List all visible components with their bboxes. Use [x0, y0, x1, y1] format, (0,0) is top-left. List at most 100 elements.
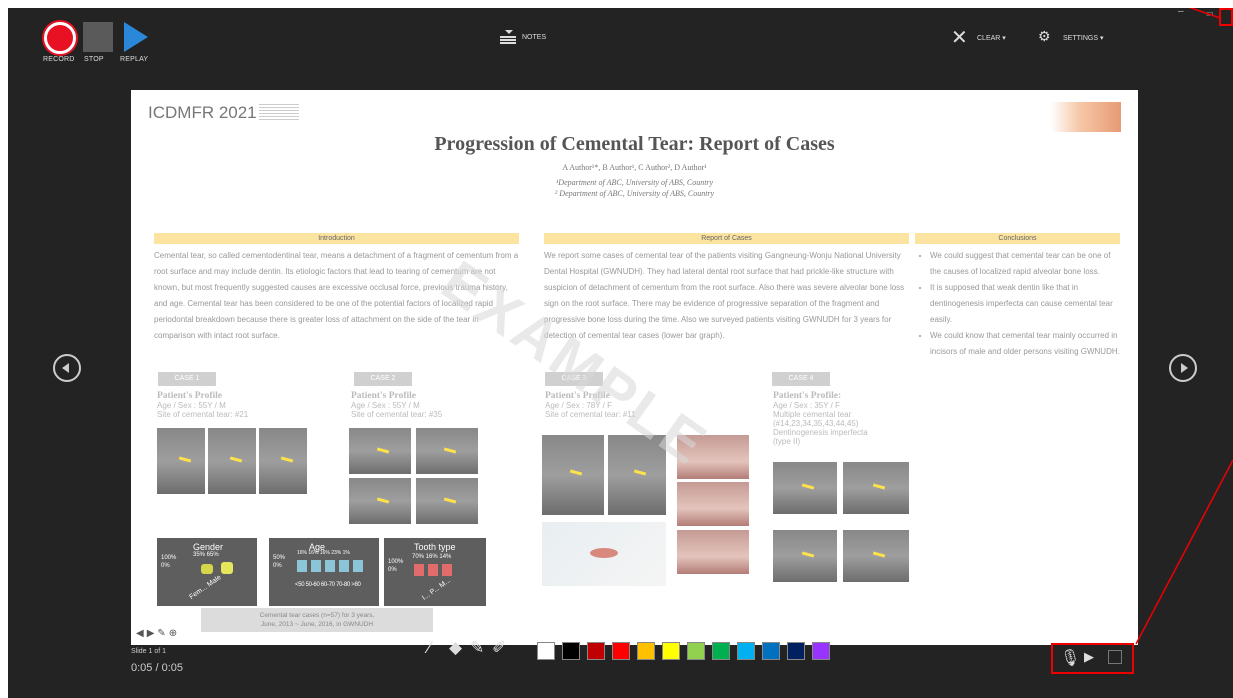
case-3-specimen-photo	[542, 522, 666, 586]
case-4-profile-heading: Patient's Profile:	[773, 391, 842, 401]
tooth-type-chart: Tooth type 100% 0% 70% 16% 14% I... P...…	[384, 538, 486, 606]
case-2-xray-4	[416, 478, 478, 524]
case-2-profile-heading: Patient's Profile	[351, 391, 416, 401]
case-4-xray-4	[843, 530, 909, 582]
case-2-label: CASE 2	[354, 372, 412, 386]
conclusions-heading: Conclusions	[915, 233, 1120, 244]
recording-window: RECORD STOP REPLAY NOTES ✕ CLEAR ▾ ⚙ SET…	[8, 8, 1233, 698]
minimize-icon[interactable]: –	[1178, 8, 1184, 17]
age-chart-axis: 50% 0%	[273, 555, 286, 569]
report-heading: Report of Cases	[544, 233, 909, 244]
color-swatch[interactable]	[662, 642, 680, 660]
color-swatch[interactable]	[687, 642, 705, 660]
color-swatch[interactable]	[712, 642, 730, 660]
case-2-xray-3	[349, 478, 411, 524]
camera-off-icon[interactable]: ▶	[1084, 649, 1094, 665]
clear-icon[interactable]: ✕	[951, 25, 968, 50]
restore-icon[interactable]: ▭	[1206, 9, 1214, 18]
eraser-icon[interactable]: ◆	[449, 638, 462, 658]
age-bars	[297, 560, 367, 572]
record-button[interactable]	[44, 22, 76, 54]
case-4-label: CASE 4	[772, 372, 830, 386]
tooth-type-chart-categories: I... P... M...	[420, 577, 452, 602]
case-1-label: CASE 1	[158, 372, 216, 386]
affiliation-2: ² Department of ABC, University of ABS, …	[554, 189, 715, 198]
case-1-xray-3	[259, 428, 307, 494]
conclusion-item: We could suggest that cemental tear can …	[930, 248, 1120, 280]
gender-bar-male	[221, 562, 233, 574]
conference-badge	[1051, 102, 1121, 132]
report-text: We report some cases of cemental tear of…	[544, 251, 905, 340]
logo-tagline	[259, 104, 299, 120]
record-label: RECORD	[43, 56, 75, 63]
color-swatch[interactable]	[737, 642, 755, 660]
introduction-heading: Introduction	[154, 233, 519, 244]
laser-pointer-icon[interactable]: ⁄	[428, 638, 431, 658]
case-3-xray-1	[542, 435, 604, 515]
gender-chart-axis: 100% 0%	[161, 555, 177, 569]
color-swatch[interactable]	[787, 642, 805, 660]
clear-button[interactable]: CLEAR ▾	[977, 34, 1006, 42]
case-4-xray-2	[843, 462, 909, 514]
conclusion-item: We could know that cemental tear mainly …	[930, 328, 1120, 360]
case-3-photo-2	[677, 482, 749, 526]
notes-button[interactable]: NOTES	[522, 34, 546, 41]
gender-chart-values: 35% 65%	[193, 552, 219, 558]
color-swatch[interactable]	[762, 642, 780, 660]
highlight-box-top	[1219, 8, 1233, 26]
case-4-profile: Age / Sex : 35Y / F Multiple cemental te…	[773, 401, 868, 446]
gender-chart: Gender 100% 0% 35% 65% Fem... Male	[157, 538, 257, 606]
case-4-xray-3	[773, 530, 837, 582]
case-2-profile: Age / Sex : 55Y / M Site of cemental tea…	[351, 401, 443, 419]
gender-bar-female	[201, 564, 213, 574]
color-swatch[interactable]	[637, 642, 655, 660]
notes-icon[interactable]	[500, 30, 516, 44]
conference-logo: ICDMFR 2021	[148, 103, 257, 122]
case-3-photo-3	[677, 530, 749, 574]
poster-title: Progression of Cemental Tear: Report of …	[434, 133, 835, 155]
conclusions-list: We could suggest that cemental tear can …	[915, 248, 1120, 360]
affiliation-1: ¹Department of ABC, University of ABS, C…	[555, 178, 714, 187]
color-swatch[interactable]	[587, 642, 605, 660]
case-1-xray-2	[208, 428, 256, 494]
case-1-profile: Age / Sex : 55Y / M Site of cemental tea…	[157, 401, 249, 419]
stop-label: STOP	[84, 56, 104, 63]
conclusion-item: It is supposed that weak dentin like tha…	[930, 280, 1120, 328]
chart-caption: Cemental tear cases (n=57) for 3 years, …	[201, 608, 433, 632]
case-4-xray-1	[773, 462, 837, 514]
age-chart-values: 16% 16% 16% 23% 1%	[297, 550, 350, 556]
color-swatch[interactable]	[812, 642, 830, 660]
highlighter-icon[interactable]: ✐	[492, 638, 506, 658]
case-1-profile-heading: Patient's Profile	[157, 391, 222, 401]
tooth-type-chart-title: Tooth type	[414, 542, 456, 552]
slide-canvas: ICDMFR 2021 Progression of Cemental Tear…	[131, 90, 1138, 645]
tooth-type-bars	[414, 564, 454, 576]
case-1-xray-1	[157, 428, 205, 494]
recording-timer: 0:05 / 0:05	[131, 662, 183, 674]
microphone-icon[interactable]: 🎙	[1060, 648, 1080, 668]
authors: A Author¹*, B Author¹, C Author², D Auth…	[562, 163, 707, 172]
next-slide-button[interactable]	[1169, 354, 1197, 382]
slide-mini-controls[interactable]: ◀▶✎⊕	[136, 628, 180, 639]
color-swatch[interactable]	[562, 642, 580, 660]
replay-button[interactable]	[124, 22, 148, 52]
settings-icon[interactable]: ⚙	[1038, 28, 1051, 45]
camera-preview-icon[interactable]	[1108, 650, 1122, 664]
age-chart: Age 50% 0% 16% 16% 16% 23% 1% <50 50-60 …	[269, 538, 379, 606]
pen-icon[interactable]: ✎	[470, 638, 484, 658]
gender-chart-categories: Fem... Male	[188, 574, 223, 601]
settings-button[interactable]: SETTINGS ▾	[1063, 34, 1103, 42]
gender-chart-title: Gender	[193, 542, 224, 552]
color-swatch[interactable]	[612, 642, 630, 660]
color-swatch[interactable]	[537, 642, 555, 660]
case-2-xray-1	[349, 428, 411, 474]
stop-button[interactable]	[83, 22, 113, 52]
annotation-line-bottom	[1135, 459, 1233, 645]
tooth-type-chart-axis: 100% 0%	[388, 559, 404, 573]
age-chart-cat-labels: <50 50-60 60-70 70-80 >80	[295, 582, 361, 588]
previous-slide-button[interactable]	[53, 354, 81, 382]
case-2-xray-2	[416, 428, 478, 474]
slide-counter: Slide 1 of 1	[131, 648, 167, 655]
tooth-type-chart-values: 70% 16% 14%	[412, 554, 452, 560]
replay-label: REPLAY	[120, 56, 149, 63]
